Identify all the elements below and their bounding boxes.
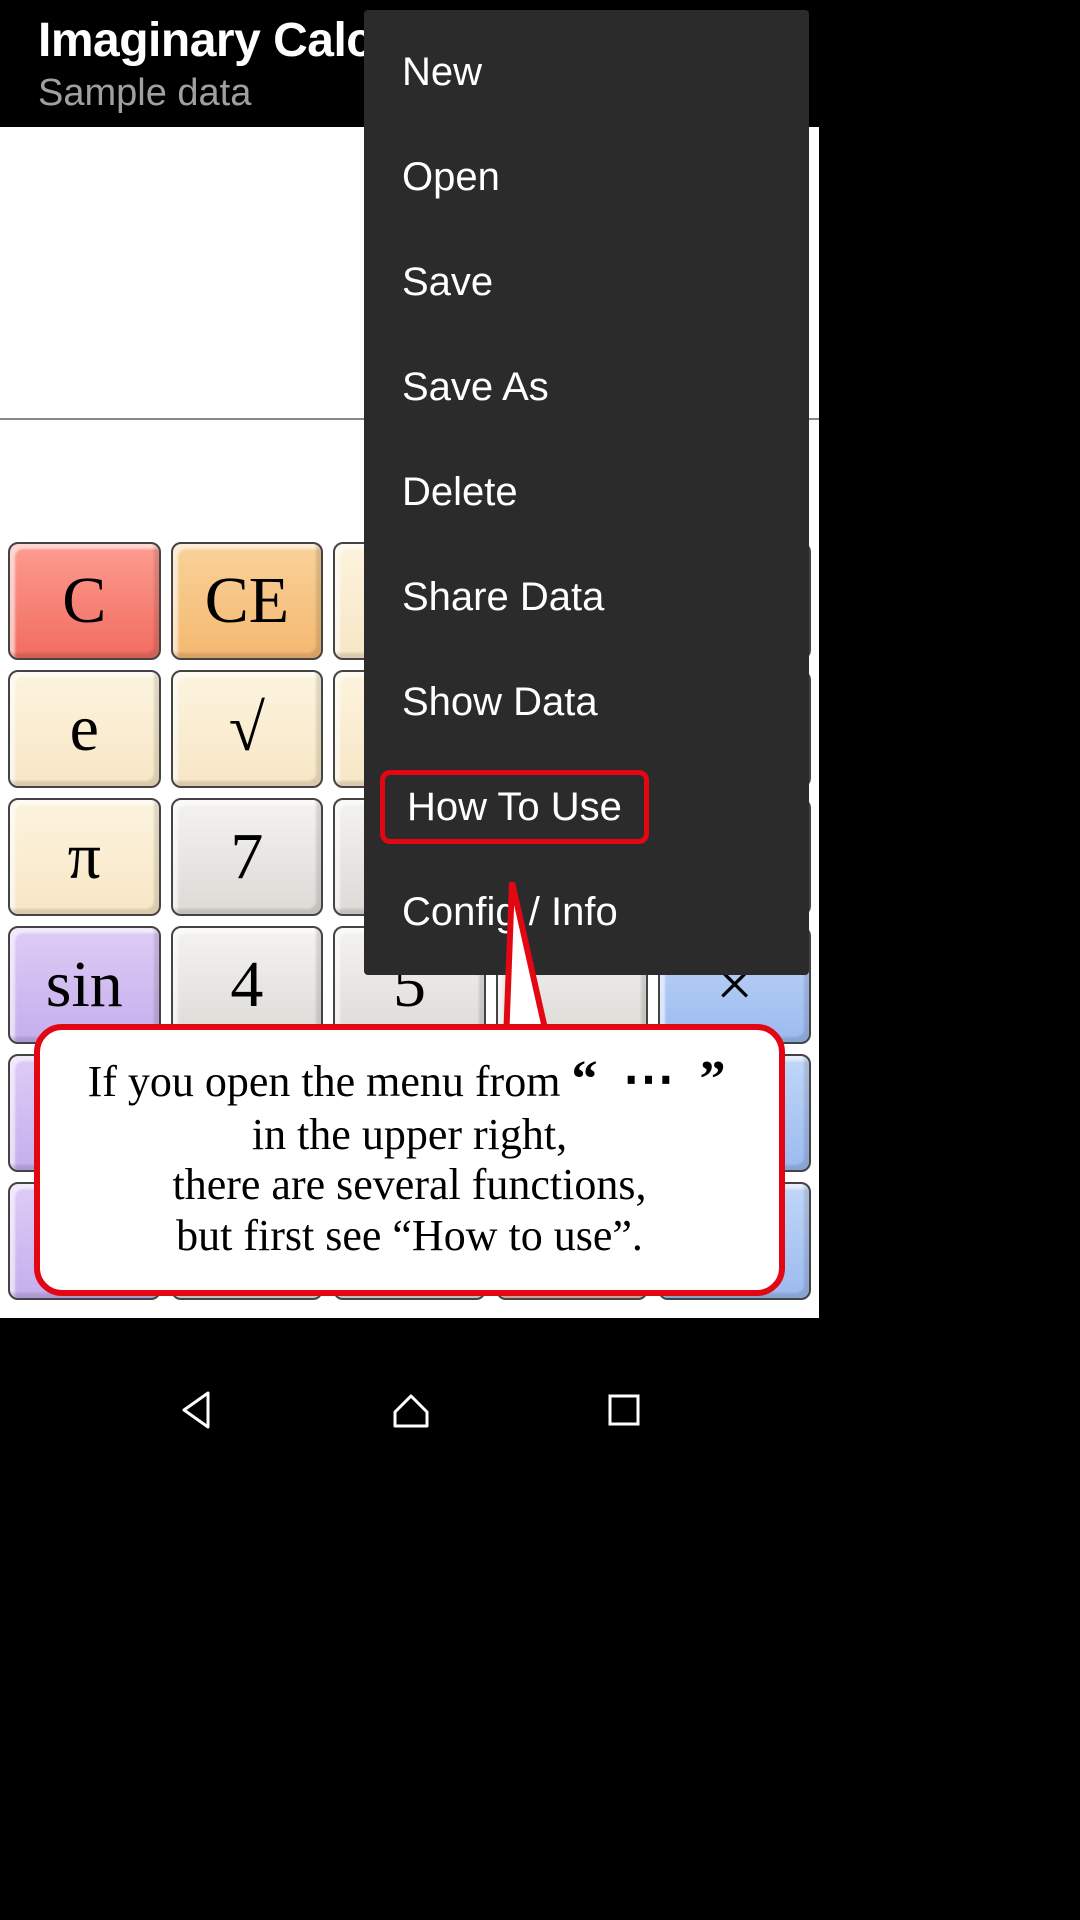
menu-item-label: Open (402, 155, 500, 199)
menu-item-label: Save As (402, 365, 549, 409)
callout-text: there are several functions, (70, 1160, 749, 1211)
menu-item-save-as[interactable]: Save As (364, 335, 809, 440)
android-navbar (0, 1364, 819, 1456)
key-√[interactable]: √ (171, 670, 324, 788)
menu-item-label: Delete (402, 470, 518, 514)
key-e[interactable]: e (8, 670, 161, 788)
menu-item-label: Share Data (402, 575, 604, 619)
menu-item-new[interactable]: New (364, 20, 809, 125)
home-icon[interactable] (389, 1388, 433, 1432)
menu-item-open[interactable]: Open (364, 125, 809, 230)
key-label: π (68, 819, 101, 895)
menu-item-delete[interactable]: Delete (364, 440, 809, 545)
key-label: 4 (230, 947, 263, 1023)
menu-item-how-to-use[interactable]: How To Use (364, 755, 809, 860)
callout-text: If you open the menu from (88, 1057, 572, 1106)
recents-icon[interactable] (605, 1391, 643, 1429)
menu-item-config-info[interactable]: Config / Info (364, 860, 809, 965)
callout-text: in the upper right, (70, 1110, 749, 1161)
callout-text: “ ⋯ ” (571, 1051, 731, 1108)
menu-item-label: Save (402, 260, 493, 304)
key-7[interactable]: 7 (171, 798, 324, 916)
key-label: CE (205, 563, 289, 639)
menu-item-save[interactable]: Save (364, 230, 809, 335)
key-label: C (62, 563, 106, 639)
back-icon[interactable] (176, 1389, 218, 1431)
key-label: sin (46, 947, 123, 1023)
tutorial-callout: If you open the menu from “ ⋯ ” in the u… (34, 1024, 785, 1296)
menu-item-label: Show Data (402, 680, 598, 724)
menu-item-show-data[interactable]: Show Data (364, 650, 809, 755)
key-π[interactable]: π (8, 798, 161, 916)
menu-item-label: How To Use (380, 770, 649, 844)
callout-text: but first see “How to use”. (70, 1211, 749, 1262)
key-label: 7 (230, 819, 263, 895)
menu-item-share-data[interactable]: Share Data (364, 545, 809, 650)
menu-item-label: New (402, 50, 482, 94)
overflow-menu: New Open Save Save As Delete Share Data Show D… (364, 10, 809, 975)
key-label: e (70, 691, 99, 767)
key-label: √ (229, 691, 265, 767)
key-C[interactable]: C (8, 542, 161, 660)
key-CE[interactable]: CE (171, 542, 324, 660)
